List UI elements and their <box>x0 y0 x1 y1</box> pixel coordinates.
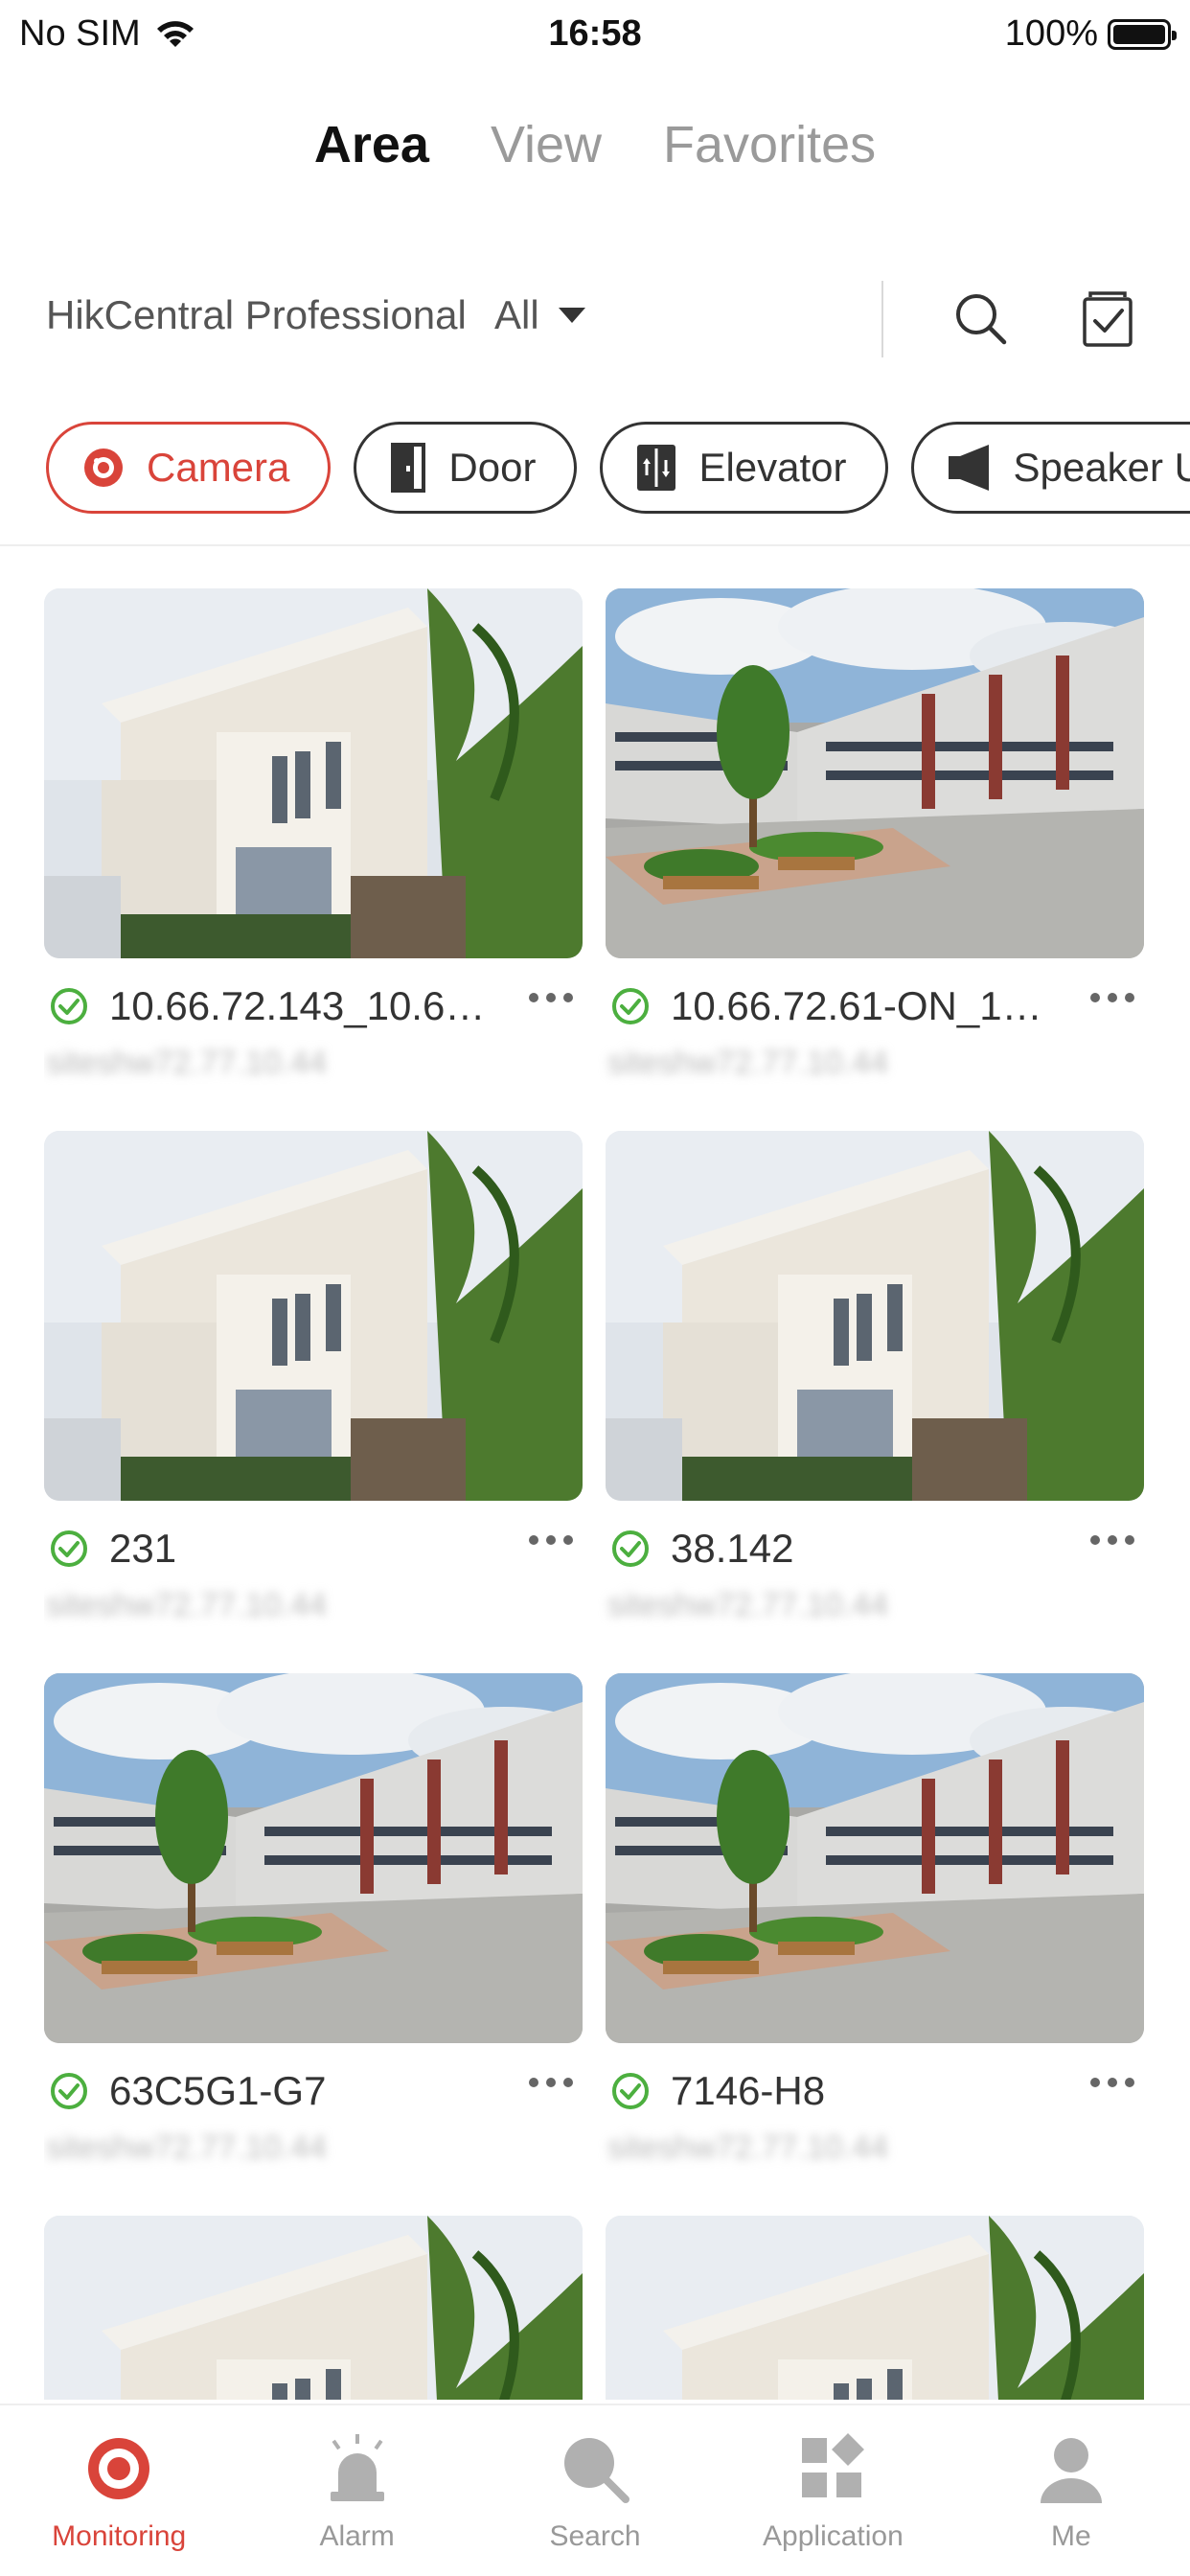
camera-site: siteshw72.77.10.44 <box>46 1045 327 1081</box>
nav-me[interactable]: Me <box>952 2405 1190 2576</box>
search-icon <box>956 294 1007 345</box>
tab-area[interactable]: Area <box>314 115 429 174</box>
chip-camera-label: Camera <box>147 445 290 490</box>
camera-card[interactable]: 10.66.72.61-ON_10.6... siteshw72.77.10.4… <box>606 588 1144 1131</box>
scope-dropdown[interactable]: All <box>494 292 585 338</box>
nav-alarm-label: Alarm <box>319 2520 395 2552</box>
batch-select-button[interactable] <box>1069 281 1146 357</box>
monitoring-icon <box>88 2438 150 2499</box>
camera-name: 7146-H8 <box>671 2068 826 2113</box>
camera-card[interactable]: 38.142 siteshw72.77.10.44 <box>606 1131 1144 1673</box>
alarm-icon <box>330 2434 384 2501</box>
speaker-icon <box>948 445 989 491</box>
checklist-icon <box>1083 291 1133 347</box>
camera-name: 10.66.72.61-ON_10.6... <box>671 983 1054 1028</box>
online-status-icon <box>612 2073 649 2109</box>
camera-thumbnail[interactable] <box>44 588 583 958</box>
house-scene <box>44 1131 583 1501</box>
camera-thumbnail[interactable] <box>44 2216 583 2400</box>
top-tabs: Area View Favorites <box>0 115 1190 174</box>
camera-name: 63C5G1-G7 <box>109 2068 327 2113</box>
battery-percent: 100% <box>1004 13 1098 54</box>
camera-name: 10.66.72.143_10.66.7... <box>109 983 492 1028</box>
house-scene <box>44 588 583 958</box>
camera-thumbnail[interactable] <box>606 588 1144 958</box>
nav-application-label: Application <box>763 2520 904 2552</box>
elevator-icon <box>637 445 676 491</box>
online-status-icon <box>51 2073 87 2109</box>
camera-site: siteshw72.77.10.44 <box>607 1587 888 1623</box>
online-status-icon <box>51 988 87 1024</box>
nav-me-label: Me <box>1050 2520 1091 2552</box>
more-icon[interactable] <box>529 1535 573 1545</box>
chip-speaker-unit[interactable]: Speaker Un <box>910 422 1190 514</box>
camera-thumbnail[interactable] <box>44 1131 583 1501</box>
house-scene <box>606 2216 1144 2400</box>
chip-camera[interactable]: Camera <box>46 422 332 514</box>
divider <box>881 281 883 357</box>
campus-scene <box>44 1673 583 2043</box>
camera-card[interactable]: 63C5G1-G7 siteshw72.77.10.44 <box>44 1673 583 2216</box>
campus-scene <box>606 1673 1144 2043</box>
nav-alarm[interactable]: Alarm <box>238 2405 475 2576</box>
chip-elevator-label: Elevator <box>698 445 847 490</box>
camera-name: 231 <box>109 1526 177 1571</box>
site-name[interactable]: HikCentral Professional <box>46 292 467 338</box>
camera-site: siteshw72.77.10.44 <box>607 1045 888 1081</box>
camera-card[interactable] <box>606 2216 1144 2400</box>
online-status-icon <box>612 1530 649 1567</box>
campus-scene <box>606 588 1144 958</box>
online-status-icon <box>612 988 649 1024</box>
more-icon[interactable] <box>529 2078 573 2087</box>
application-icon <box>802 2433 865 2497</box>
camera-card[interactable] <box>44 2216 583 2400</box>
door-icon <box>391 443 426 493</box>
house-scene <box>606 1131 1144 1501</box>
camera-site: siteshw72.77.10.44 <box>607 2129 888 2166</box>
filter-row: HikCentral Professional All <box>46 273 1148 361</box>
camera-card[interactable]: 7146-H8 siteshw72.77.10.44 <box>606 1673 1144 2216</box>
category-chips: Camera Door Elevator Speaker U <box>46 422 1190 514</box>
camera-thumbnail[interactable] <box>606 2216 1144 2400</box>
search-button[interactable] <box>943 281 1019 357</box>
bottom-nav: Monitoring Alarm Search Application Me <box>0 2404 1190 2576</box>
camera-thumbnail[interactable] <box>606 1673 1144 2043</box>
nav-monitoring[interactable]: Monitoring <box>0 2405 238 2576</box>
more-icon[interactable] <box>1090 993 1134 1002</box>
camera-site: siteshw72.77.10.44 <box>46 1587 327 1623</box>
nav-monitoring-label: Monitoring <box>52 2520 187 2552</box>
camera-card[interactable]: 231 siteshw72.77.10.44 <box>44 1131 583 1673</box>
battery-icon <box>1108 18 1177 50</box>
chip-door[interactable]: Door <box>354 422 578 514</box>
tab-view[interactable]: View <box>491 115 602 174</box>
chip-door-label: Door <box>448 445 537 490</box>
online-status-icon <box>51 1530 87 1567</box>
camera-name: 38.142 <box>671 1526 794 1571</box>
more-icon[interactable] <box>1090 2078 1134 2087</box>
chip-speaker-label: Speaker Un <box>1013 445 1190 490</box>
camera-site: siteshw72.77.10.44 <box>46 2129 327 2166</box>
nav-application[interactable]: Application <box>714 2405 951 2576</box>
chip-elevator[interactable]: Elevator <box>600 422 888 514</box>
camera-icon <box>84 448 123 487</box>
house-scene <box>44 2216 583 2400</box>
me-icon <box>1040 2438 1102 2503</box>
more-icon[interactable] <box>1090 1535 1134 1545</box>
search-icon <box>564 2438 630 2503</box>
camera-thumbnail[interactable] <box>44 1673 583 2043</box>
caret-down-icon <box>558 308 585 323</box>
camera-thumbnail[interactable] <box>606 1131 1144 1501</box>
more-icon[interactable] <box>529 993 573 1002</box>
nav-search[interactable]: Search <box>476 2405 714 2576</box>
status-right: 100% <box>1004 13 1177 55</box>
tab-favorites[interactable]: Favorites <box>663 115 876 174</box>
camera-card[interactable]: 10.66.72.143_10.66.7... siteshw72.77.10.… <box>44 588 583 1131</box>
status-bar: No SIM 16:58 100% <box>0 0 1190 77</box>
camera-grid: 10.66.72.143_10.66.7... siteshw72.77.10.… <box>44 588 1146 2400</box>
section-divider <box>0 544 1190 546</box>
scope-value: All <box>494 292 539 337</box>
nav-search-label: Search <box>549 2520 641 2552</box>
